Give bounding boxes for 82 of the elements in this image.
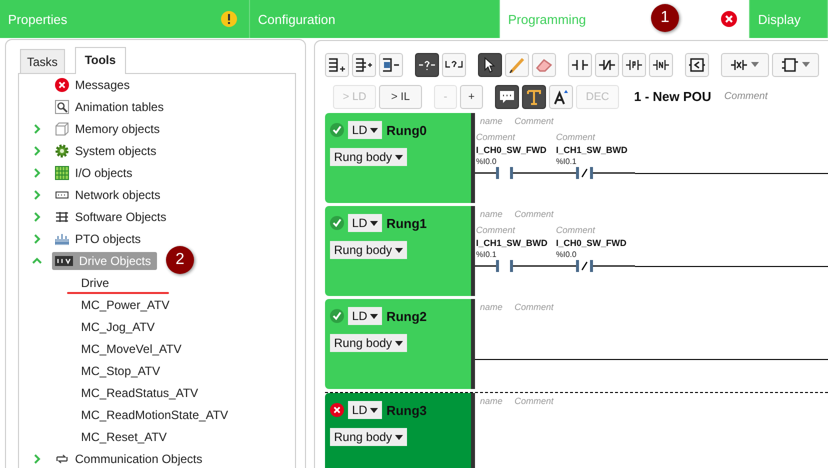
rung-name: Rung2 bbox=[386, 308, 427, 324]
language-dropdown[interactable]: LD bbox=[348, 121, 382, 139]
tree-item[interactable]: Messages bbox=[52, 76, 136, 94]
letter-a-icon bbox=[553, 88, 569, 104]
rung-header[interactable]: LD Rung0 Rung body bbox=[325, 113, 471, 203]
tool-button[interactable] bbox=[522, 84, 546, 108]
rung-header[interactable]: LD Rung3 Rung body bbox=[325, 393, 471, 468]
magnifier-icon bbox=[55, 100, 69, 114]
open-contact-symbol[interactable] bbox=[475, 166, 555, 180]
dropdown-tool-button[interactable] bbox=[721, 52, 768, 76]
tree-item[interactable]: Communication Objects bbox=[52, 450, 208, 468]
tree-item[interactable]: MC_Stop_ATV bbox=[81, 364, 160, 378]
callout-badge: 2 bbox=[166, 246, 194, 274]
rung-body-dropdown[interactable]: Rung body bbox=[330, 148, 408, 166]
toolbar-button[interactable]: + bbox=[460, 84, 483, 108]
tree-item[interactable]: MC_ReadStatus_ATV bbox=[81, 386, 198, 400]
contact-comment: Comment bbox=[475, 225, 516, 235]
top-tab[interactable]: Programming 1 bbox=[500, 0, 750, 38]
tree-item[interactable]: Software Objects bbox=[52, 208, 172, 226]
panel-tab[interactable]: Tools bbox=[74, 47, 126, 74]
link-arrows-icon bbox=[55, 452, 69, 466]
tree-item[interactable]: Animation tables bbox=[52, 98, 170, 116]
tree-item[interactable]: Memory objects bbox=[52, 120, 166, 138]
tool-button[interactable] bbox=[495, 84, 519, 108]
contact-address: %I0.1 bbox=[555, 157, 578, 166]
caret-icon bbox=[751, 62, 760, 67]
closed-contact-symbol[interactable] bbox=[555, 166, 635, 180]
contact-comment: Comment bbox=[555, 225, 596, 235]
rung-header[interactable]: LD Rung2 Rung body bbox=[325, 299, 471, 389]
drive-chip-icon bbox=[55, 256, 73, 266]
closed-contact-symbol[interactable] bbox=[555, 259, 635, 273]
caret-icon bbox=[802, 62, 810, 67]
letter-t-icon bbox=[526, 88, 542, 104]
io-grid-icon bbox=[55, 166, 69, 180]
tree-item[interactable]: MC_ReadMotionState_ATV bbox=[81, 408, 228, 422]
list-bars-icon bbox=[55, 210, 69, 224]
cube-icon bbox=[55, 122, 69, 136]
tree-item[interactable]: PTO objects bbox=[52, 230, 147, 248]
contact-comment: Comment bbox=[555, 132, 596, 142]
contact-variable: I_CH0_SW_FWD bbox=[475, 145, 548, 155]
speech-bubble-icon bbox=[499, 88, 515, 104]
contact-address: %I0.1 bbox=[475, 250, 498, 259]
language-dropdown[interactable]: LD bbox=[348, 307, 382, 325]
contact-comment: Comment bbox=[475, 132, 516, 142]
rung-body-dropdown[interactable]: Rung body bbox=[330, 241, 408, 259]
tool-button[interactable] bbox=[478, 52, 502, 76]
callout-badge: 1 bbox=[651, 4, 679, 32]
contact-variable: I_CH0_SW_FWD bbox=[555, 238, 628, 248]
rung-name: Rung0 bbox=[386, 122, 427, 138]
rung-body-dropdown[interactable]: Rung body bbox=[330, 428, 408, 446]
rung-name: Rung1 bbox=[386, 216, 427, 230]
tree-item[interactable]: MC_Reset_ATV bbox=[81, 430, 167, 444]
open-contact-symbol[interactable] bbox=[475, 259, 555, 273]
gear-icon bbox=[55, 144, 69, 158]
pou-title: 1 - New POU bbox=[634, 89, 712, 104]
pencil-icon bbox=[508, 56, 526, 72]
block-icon bbox=[780, 56, 799, 72]
compare-icon bbox=[688, 56, 706, 72]
error-icon bbox=[55, 78, 69, 92]
tree-item[interactable]: MC_Jog_ATV bbox=[81, 320, 155, 334]
pulse-bars-icon bbox=[55, 232, 69, 246]
language-dropdown[interactable]: LD bbox=[348, 214, 382, 232]
tool-button[interactable] bbox=[415, 52, 439, 76]
comment-placeholder[interactable]: Comment bbox=[724, 91, 768, 102]
rung-body-dropdown[interactable]: Rung body bbox=[330, 334, 408, 352]
contact-variable: I_CH1_SW_BWD bbox=[475, 238, 549, 248]
tree-item[interactable]: MC_Power_ATV bbox=[81, 298, 170, 312]
tree-item[interactable]: I/O objects bbox=[52, 164, 138, 182]
dropdown-tool-button[interactable] bbox=[772, 52, 819, 76]
tree-item[interactable]: Drive bbox=[81, 276, 110, 290]
tree-item[interactable]: MC_MoveVel_ATV bbox=[81, 342, 182, 356]
language-dropdown[interactable]: LD bbox=[348, 401, 382, 419]
eraser-icon bbox=[535, 56, 553, 72]
contact-address: %I0.0 bbox=[475, 157, 498, 166]
tree-item[interactable]: System objects bbox=[52, 142, 162, 160]
tree-item[interactable]: Network objects bbox=[52, 186, 166, 204]
toolbar-button[interactable]: > IL bbox=[379, 84, 422, 108]
contact-address: %I0.0 bbox=[555, 250, 578, 259]
panel-tab[interactable]: Tasks bbox=[20, 49, 65, 73]
rung-name: Rung3 bbox=[386, 402, 427, 418]
rung-header[interactable]: LD Rung1 Rung body bbox=[325, 206, 471, 296]
contact-variable: I_CH1_SW_BWD bbox=[555, 145, 629, 155]
